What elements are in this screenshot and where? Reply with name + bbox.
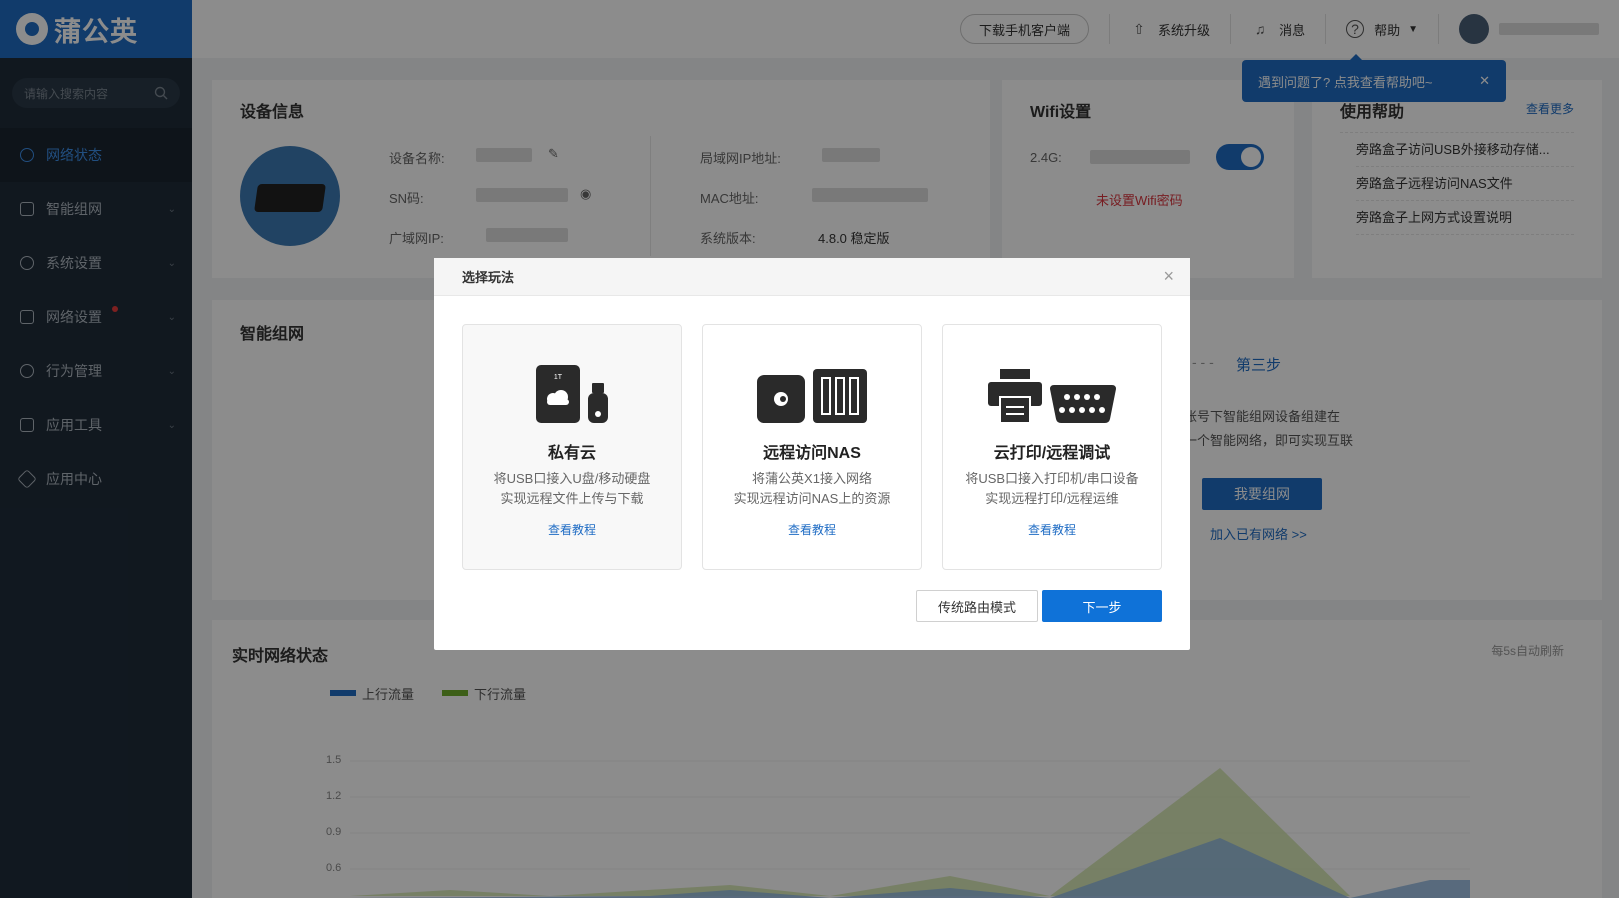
option-title: 云打印/远程调试	[993, 445, 1111, 462]
option-desc-line: 实现远程打印/远程运维	[985, 491, 1119, 506]
private-cloud-icons: 1T	[463, 365, 681, 423]
view-tutorial-link[interactable]: 查看教程	[463, 521, 681, 538]
svg-text:1T: 1T	[554, 374, 563, 381]
option-desc: 将USB口接入U盘/移动硬盘 实现远程文件上传与下载	[463, 469, 681, 509]
next-step-button[interactable]: 下一步	[1042, 590, 1162, 622]
option-cloud-print[interactable]: 云打印/远程调试 将USB口接入打印机/串口设备 实现远程打印/远程运维 查看教…	[942, 324, 1162, 570]
modal-title: 选择玩法	[462, 270, 515, 285]
close-icon[interactable]: ×	[1163, 266, 1174, 287]
router-box-icon	[757, 375, 805, 423]
option-desc: 将蒲公英X1接入网络 实现远程访问NAS上的资源	[703, 469, 921, 509]
option-title: 私有云	[547, 445, 596, 462]
view-tutorial-link[interactable]: 查看教程	[943, 521, 1161, 538]
option-desc-line: 实现远程文件上传与下载	[500, 491, 644, 506]
option-desc-line: 将USB口接入打印机/串口设备	[965, 471, 1139, 486]
select-mode-modal: 选择玩法 × 1T 私有云 将USB口接入U盘/移动硬盘 实现远程文件上传与下载…	[434, 258, 1190, 650]
usb-drive-icon	[588, 383, 608, 423]
option-desc-line: 将USB口接入U盘/移动硬盘	[493, 471, 651, 486]
traditional-router-mode-button[interactable]: 传统路由模式	[916, 590, 1038, 622]
option-title: 远程访问NAS	[763, 445, 861, 462]
serial-port-icon	[1050, 385, 1116, 423]
option-desc-line: 实现远程访问NAS上的资源	[733, 491, 891, 506]
modal-header: 选择玩法 ×	[434, 258, 1190, 296]
option-desc-line: 将蒲公英X1接入网络	[752, 471, 872, 486]
hard-drive-cloud-icon: 1T	[536, 365, 580, 423]
nas-icon	[813, 369, 867, 423]
option-remote-nas[interactable]: 远程访问NAS 将蒲公英X1接入网络 实现远程访问NAS上的资源 查看教程	[702, 324, 922, 570]
cloud-print-icons	[943, 365, 1161, 423]
remote-nas-icons	[703, 365, 921, 423]
option-private-cloud[interactable]: 1T 私有云 将USB口接入U盘/移动硬盘 实现远程文件上传与下载 查看教程	[462, 324, 682, 570]
view-tutorial-link[interactable]: 查看教程	[703, 521, 921, 538]
printer-icon	[988, 369, 1042, 423]
option-desc: 将USB口接入打印机/串口设备 实现远程打印/远程运维	[943, 469, 1161, 509]
